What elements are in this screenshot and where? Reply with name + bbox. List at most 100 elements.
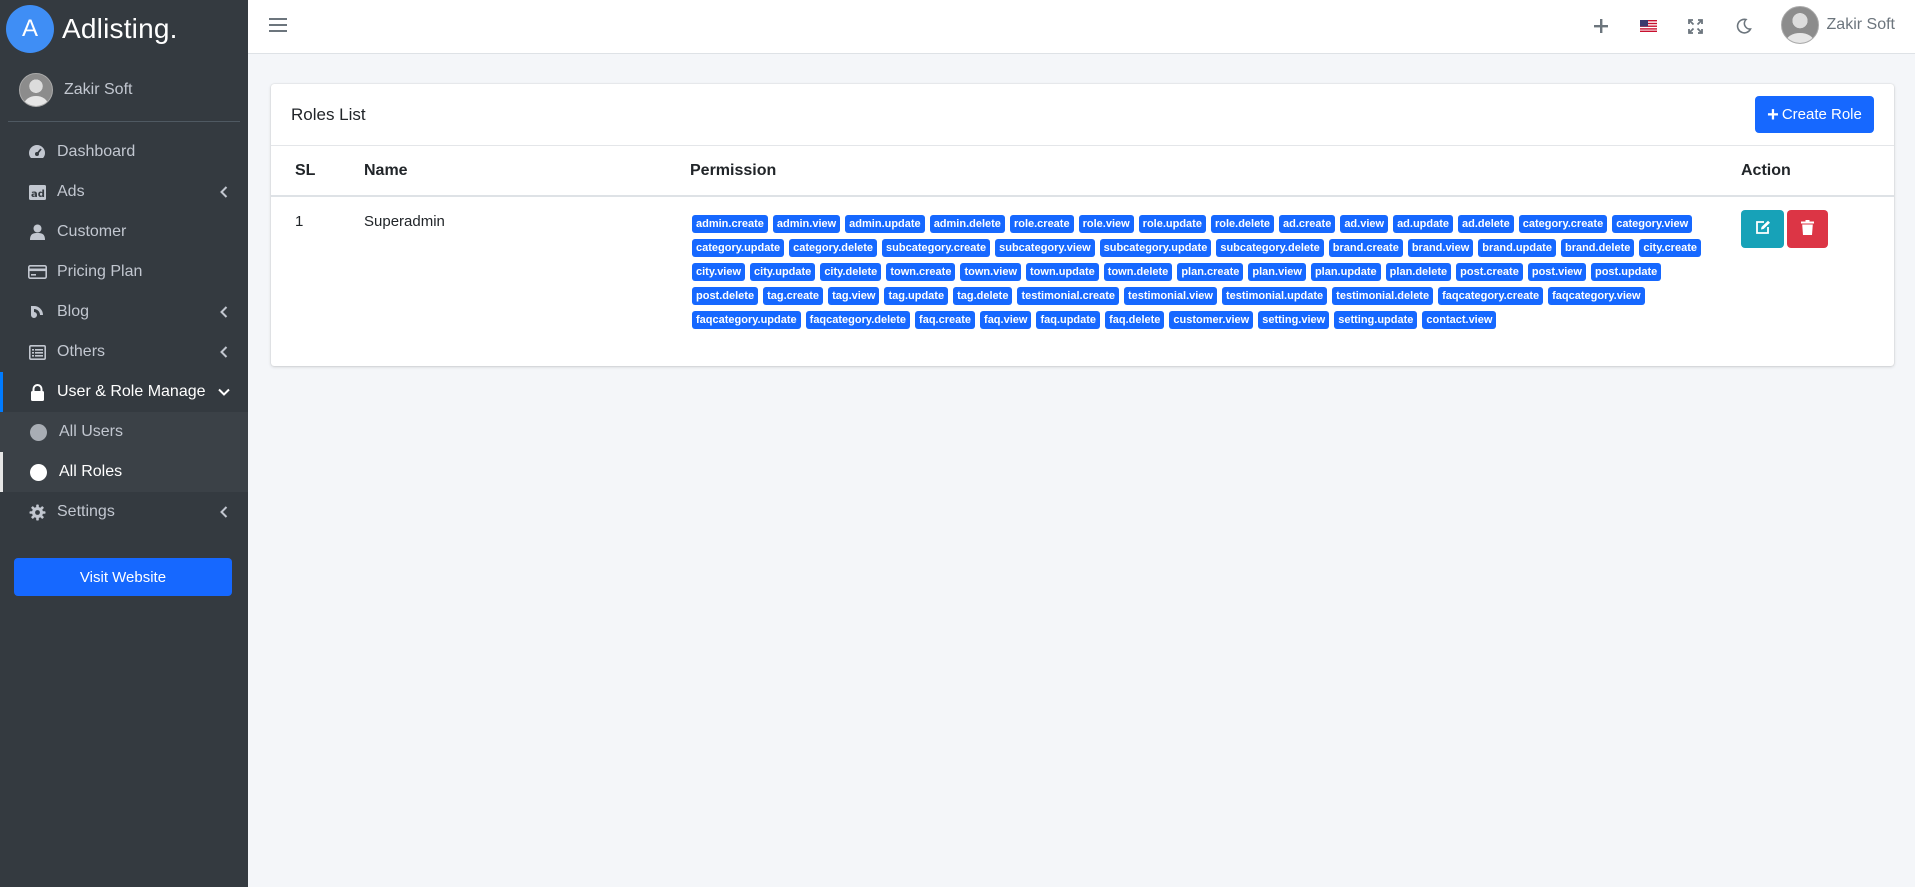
- permission-badge: ad.update: [1393, 215, 1454, 233]
- brand-logo: A: [6, 5, 54, 53]
- permission-badge: town.delete: [1103, 263, 1173, 281]
- permission-badge: testimonial.create: [1017, 287, 1119, 305]
- sidebar: A Adlisting. Zakir Soft Dashboard ad Ads…: [0, 0, 248, 887]
- sidebar-item-label: All Roles: [59, 463, 123, 480]
- roles-table: SL Name Permission Action 1 Superadmin a…: [271, 146, 1894, 335]
- permission-badge: brand.view: [1407, 239, 1474, 257]
- user-menu[interactable]: Zakir Soft: [1780, 6, 1895, 44]
- gear-icon: [27, 502, 47, 522]
- sidebar-item-label: Blog: [57, 303, 90, 320]
- page-title: Roles List: [291, 104, 366, 124]
- svg-text:ad: ad: [31, 189, 45, 200]
- permission-badge: town.create: [886, 263, 956, 281]
- cell-sl: 1: [295, 213, 304, 230]
- permission-badge: testimonial.update: [1221, 287, 1328, 305]
- sidebar-item-all-users[interactable]: All Users: [0, 412, 248, 452]
- permission-badge: post.update: [1590, 263, 1662, 281]
- sidebar-item-all-roles[interactable]: All Roles: [0, 452, 248, 492]
- permission-badge: post.create: [1456, 263, 1523, 281]
- sidebar-item-customer[interactable]: Customer: [0, 212, 248, 252]
- sidebar-item-user-role-manage[interactable]: User & Role Manage: [0, 372, 248, 412]
- permission-badge: post.view: [1527, 263, 1586, 281]
- fullscreen-icon[interactable]: [1684, 15, 1706, 37]
- permission-badge: setting.view: [1258, 311, 1330, 329]
- visit-website-button[interactable]: Visit Website: [14, 558, 232, 596]
- permission-badge: customer.view: [1169, 311, 1254, 329]
- permission-badge: faq.view: [980, 311, 1032, 329]
- cell-permissions: admin.create admin.view admin.update admin.…: [690, 196, 1741, 335]
- permission-badge: category.delete: [789, 239, 878, 257]
- brand-link[interactable]: A Adlisting.: [0, 0, 248, 58]
- permission-badge: role.update: [1138, 215, 1206, 233]
- sidebar-nav: Dashboard ad Ads Customer Pricing Plan B…: [0, 132, 248, 532]
- permission-badge: role.view: [1078, 215, 1134, 233]
- sidebar-subnav: All Users All Roles: [0, 412, 248, 492]
- avatar: [1780, 6, 1819, 44]
- sidebar-item-ads[interactable]: ad Ads: [0, 172, 248, 212]
- permission-badge-list: admin.create admin.view admin.update admin.…: [690, 213, 1710, 335]
- permission-badge: category.create: [1518, 215, 1608, 233]
- column-header-name: Name: [364, 146, 690, 197]
- us-flag-icon[interactable]: [1637, 15, 1659, 37]
- cell-actions: [1741, 196, 1894, 335]
- topbar-user-name: Zakir Soft: [1826, 16, 1895, 33]
- permission-badge: faqcategory.view: [1548, 287, 1645, 305]
- permission-badge: tag.create: [763, 287, 824, 305]
- permission-badge: faq.update: [1036, 311, 1101, 329]
- permission-badge: ad.delete: [1458, 215, 1514, 233]
- plus-icon[interactable]: [1590, 15, 1612, 37]
- permission-badge: city.update: [750, 263, 816, 281]
- sidebar-item-pricing-plan[interactable]: Pricing Plan: [0, 252, 248, 292]
- permission-badge: town.view: [960, 263, 1022, 281]
- menu-icon[interactable]: [269, 16, 287, 34]
- sidebar-user-panel[interactable]: Zakir Soft: [8, 58, 240, 122]
- sidebar-item-others[interactable]: Others: [0, 332, 248, 372]
- permission-badge: setting.update: [1334, 311, 1418, 329]
- permission-badge: tag.view: [828, 287, 880, 305]
- sidebar-item-label: Customer: [57, 223, 127, 240]
- permission-badge: plan.create: [1177, 263, 1244, 281]
- permission-badge: faqcategory.delete: [805, 311, 911, 329]
- edit-button[interactable]: [1741, 210, 1784, 248]
- sidebar-user-name: Zakir Soft: [64, 80, 133, 98]
- sidebar-item-dashboard[interactable]: Dashboard: [0, 132, 248, 172]
- create-role-button[interactable]: + Create Role: [1755, 96, 1874, 133]
- list-icon: [27, 342, 47, 362]
- sidebar-item-label: Pricing Plan: [57, 263, 143, 280]
- permission-badge: role.delete: [1210, 215, 1274, 233]
- circle-icon: [30, 463, 47, 481]
- permission-badge: testimonial.view: [1124, 287, 1217, 305]
- sidebar-item-label: Ads: [57, 183, 85, 200]
- user-icon: [27, 222, 47, 242]
- permission-badge: category.update: [692, 239, 785, 257]
- sidebar-item-blog[interactable]: Blog: [0, 292, 248, 332]
- sidebar-item-label: User & Role Manage: [57, 383, 206, 400]
- circle-icon: [30, 423, 47, 441]
- permission-badge: subcategory.view: [995, 239, 1095, 257]
- permission-badge: subcategory.delete: [1216, 239, 1324, 257]
- blog-icon: [27, 302, 47, 322]
- permission-badge: admin.update: [845, 215, 925, 233]
- permission-badge: brand.update: [1478, 239, 1556, 257]
- cell-name: Superadmin: [364, 213, 445, 230]
- dashboard-icon: [27, 142, 47, 162]
- permission-badge: ad.view: [1340, 215, 1389, 233]
- plus-icon: +: [1767, 103, 1779, 126]
- permission-badge: plan.view: [1248, 263, 1306, 281]
- permission-badge: admin.view: [772, 215, 841, 233]
- sidebar-item-label: Settings: [57, 503, 115, 520]
- delete-button[interactable]: [1787, 210, 1828, 248]
- chevron-left-icon: [216, 304, 232, 320]
- moon-icon[interactable]: [1733, 15, 1755, 37]
- sidebar-item-settings[interactable]: Settings: [0, 492, 248, 532]
- permission-badge: city.view: [692, 263, 746, 281]
- permission-badge: plan.update: [1310, 263, 1381, 281]
- permission-badge: ad.create: [1279, 215, 1336, 233]
- lock-icon: [27, 382, 47, 402]
- top-navbar: Zakir Soft: [248, 0, 1915, 54]
- sidebar-item-label: Dashboard: [57, 143, 136, 160]
- table-header-row: SL Name Permission Action: [271, 146, 1894, 197]
- permission-badge: city.delete: [820, 263, 882, 281]
- permission-badge: subcategory.create: [882, 239, 991, 257]
- permission-badge: contact.view: [1422, 311, 1497, 329]
